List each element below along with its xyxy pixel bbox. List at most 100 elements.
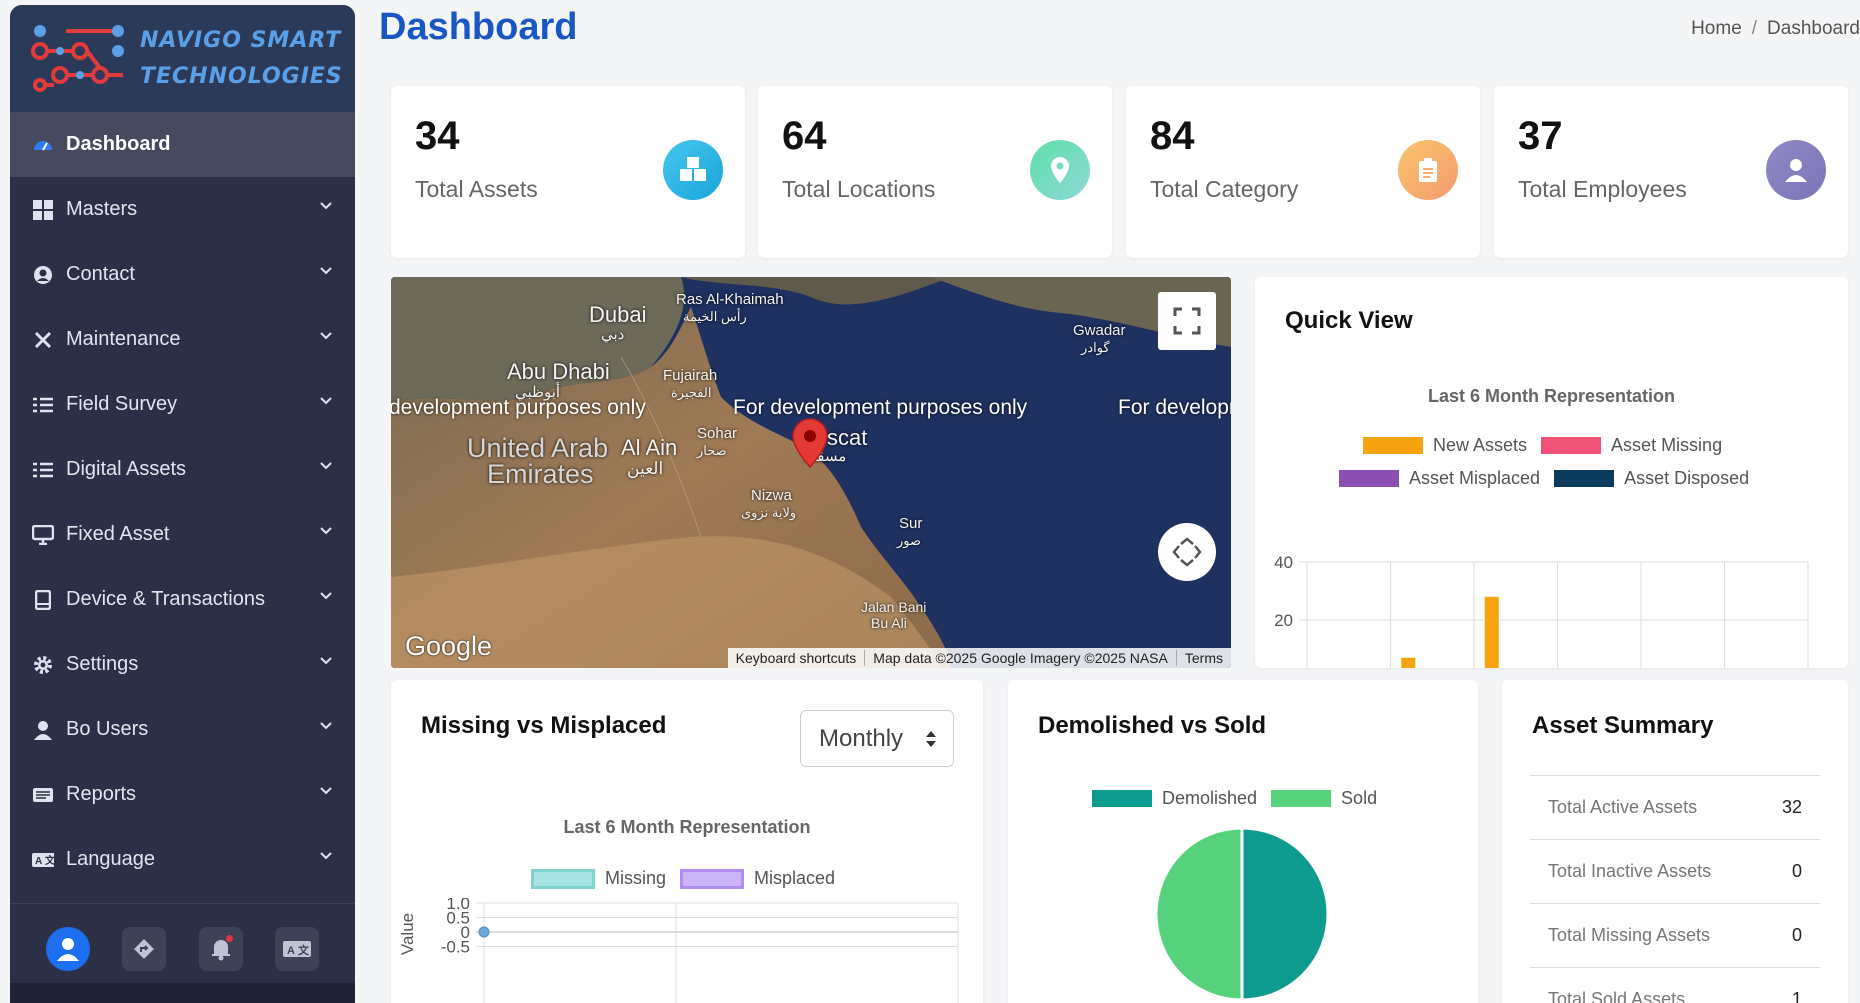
terms-link[interactable]: Terms: [1175, 650, 1231, 666]
legend-item[interactable]: Asset Misplaced: [1339, 468, 1540, 489]
sidebar-item-maintenance[interactable]: Maintenance: [10, 307, 355, 372]
brand-text: NAVIGO SMART TECHNOLOGIES: [140, 27, 343, 89]
legend-label: New Assets: [1433, 435, 1528, 455]
stat-card-total-employees[interactable]: 37 Total Employees: [1494, 86, 1848, 258]
legend-label: Misplaced: [754, 868, 836, 888]
legend-item[interactable]: Missing: [531, 868, 666, 889]
sidebar-item-label: Digital Assets: [66, 458, 187, 480]
sidebar-item-label: Dashboard: [66, 133, 171, 155]
legend-swatch: [1363, 437, 1423, 454]
legend-swatch: [1541, 437, 1602, 454]
summary-value: 1: [1791, 989, 1802, 1003]
svg-text:A: A: [35, 856, 42, 867]
map-label-ras-ar: رأس الخيمة: [683, 309, 747, 324]
summary-value: 0: [1791, 925, 1802, 945]
sidebar-item-label: Reports: [66, 783, 137, 805]
sidebar-item-contact[interactable]: Contact: [10, 242, 355, 307]
directions-button[interactable]: [122, 926, 167, 971]
chevron-down-icon: [320, 527, 332, 535]
legend-label: Asset Misplaced: [1409, 468, 1541, 488]
chevron-down-icon: [320, 787, 332, 795]
map-label-al-ain: Al Ain: [621, 435, 678, 460]
legend-swatch: [1554, 470, 1615, 487]
map-label-sohar-ar: صحار: [697, 443, 727, 458]
demolished-vs-sold-pie-chart: [1154, 826, 1330, 1002]
google-logo: Google: [405, 631, 493, 661]
breadcrumb-current: Dashboard: [1767, 18, 1860, 39]
legend-item[interactable]: Misplaced: [680, 868, 835, 889]
grid-icon: [32, 199, 54, 221]
sidebar-item-label: Fixed Asset: [66, 523, 170, 545]
dev-watermark-right: For developm: [1118, 396, 1231, 419]
legend-item[interactable]: Asset Missing: [1541, 435, 1722, 456]
legend-label: Sold: [1341, 788, 1378, 808]
legend-item[interactable]: New Assets: [1363, 435, 1527, 456]
map-label-fujairah: Fujairah: [663, 367, 718, 384]
map-label-nizwa: Nizwa: [751, 487, 792, 504]
summary-row: Total Inactive Assets 0: [1530, 839, 1820, 903]
sidebar-item-settings[interactable]: Settings: [10, 632, 355, 697]
summary-label: Total Missing Assets: [1548, 925, 1711, 945]
keyboard-shortcuts-link[interactable]: Keyboard shortcuts: [728, 650, 865, 666]
brand-logo[interactable]: NAVIGO SMART TECHNOLOGIES: [10, 5, 355, 112]
legend-label: Asset Missing: [1611, 435, 1723, 455]
sidebar-item-reports[interactable]: Reports: [10, 762, 355, 827]
profile-button[interactable]: [46, 926, 91, 971]
period-select[interactable]: Monthly: [800, 710, 954, 767]
legend-item[interactable]: Demolished: [1092, 788, 1257, 809]
notifications-button[interactable]: [198, 926, 243, 971]
map-view[interactable]: Dubai دبي Ras Al-Khaimah رأس الخيمة Gwad…: [391, 277, 1231, 668]
stat-card-total-locations[interactable]: 64 Total Locations: [758, 86, 1112, 258]
sidebar-item-language[interactable]: A文 Language: [10, 827, 355, 892]
employee-icon: [1766, 140, 1826, 200]
svg-text:文: 文: [45, 854, 54, 867]
page-title: Dashboard: [379, 6, 578, 48]
map-marker-icon[interactable]: [791, 417, 829, 469]
notification-dot: [225, 934, 233, 942]
sidebar-item-device-transactions[interactable]: Device & Transactions: [10, 567, 355, 632]
language-button[interactable]: A文: [274, 926, 319, 971]
stat-label: Total Assets: [415, 176, 538, 202]
summary-row: Total Sold Assets 1: [1530, 967, 1820, 1003]
sidebar-item-label: Bo Users: [66, 718, 149, 740]
map-label-sohar: Sohar: [697, 425, 738, 442]
bar: [1401, 657, 1416, 668]
legend-item[interactable]: Sold: [1271, 788, 1377, 809]
breadcrumb-home[interactable]: Home: [1691, 18, 1742, 39]
logo-icon: [31, 24, 124, 92]
sidebar-item-masters[interactable]: Masters: [10, 177, 355, 242]
legend-item[interactable]: Asset Disposed: [1554, 468, 1749, 489]
map-fullscreen-button[interactable]: [1158, 292, 1216, 350]
stat-card-total-category[interactable]: 84 Total Category: [1126, 86, 1480, 258]
legend-label: Missing: [605, 868, 667, 888]
quick-view-card: Quick View Last 6 Month Representation N…: [1255, 277, 1848, 668]
breadcrumb-separator: /: [1751, 18, 1758, 39]
map-label-ras: Ras Al-Khaimah: [676, 291, 784, 308]
summary-value: 32: [1781, 797, 1802, 817]
directions-icon: [134, 938, 155, 959]
sidebar-item-fixed-asset[interactable]: Fixed Asset: [10, 502, 355, 567]
monitor-icon: [32, 524, 54, 546]
chevron-down-icon: [320, 202, 332, 210]
missing-vs-misplaced-line-chart: 1.00.50-0.5Value: [398, 898, 959, 1003]
sidebar-item-bo-users[interactable]: Bo Users: [10, 697, 355, 762]
chart-title: Last 6 Month Representation: [1427, 386, 1676, 406]
chart-title: Last 6 Month Representation: [563, 817, 811, 837]
legend-label: Demolished: [1162, 788, 1258, 808]
map-label-emirates: Emirates: [487, 459, 594, 489]
data-point: [478, 926, 490, 938]
stat-card-total-assets[interactable]: 34 Total Assets: [391, 86, 745, 258]
map-label-gwadar-ar: گوادر: [1081, 340, 1110, 355]
sidebar-item-field-survey[interactable]: Field Survey: [10, 372, 355, 437]
tools-icon: [32, 329, 54, 351]
chevron-down-icon: [320, 852, 332, 860]
stat-value: 84: [1150, 114, 1195, 158]
summary-label: Total Active Assets: [1548, 797, 1698, 817]
sidebar-item-dashboard[interactable]: Dashboard: [10, 112, 355, 177]
stat-label: Total Employees: [1518, 176, 1687, 202]
report-icon: [32, 784, 54, 806]
chevron-down-icon: [320, 722, 332, 730]
summary-label: Total Inactive Assets: [1548, 861, 1712, 881]
sidebar-item-digital-assets[interactable]: Digital Assets: [10, 437, 355, 502]
map-pan-control[interactable]: [1158, 523, 1216, 581]
